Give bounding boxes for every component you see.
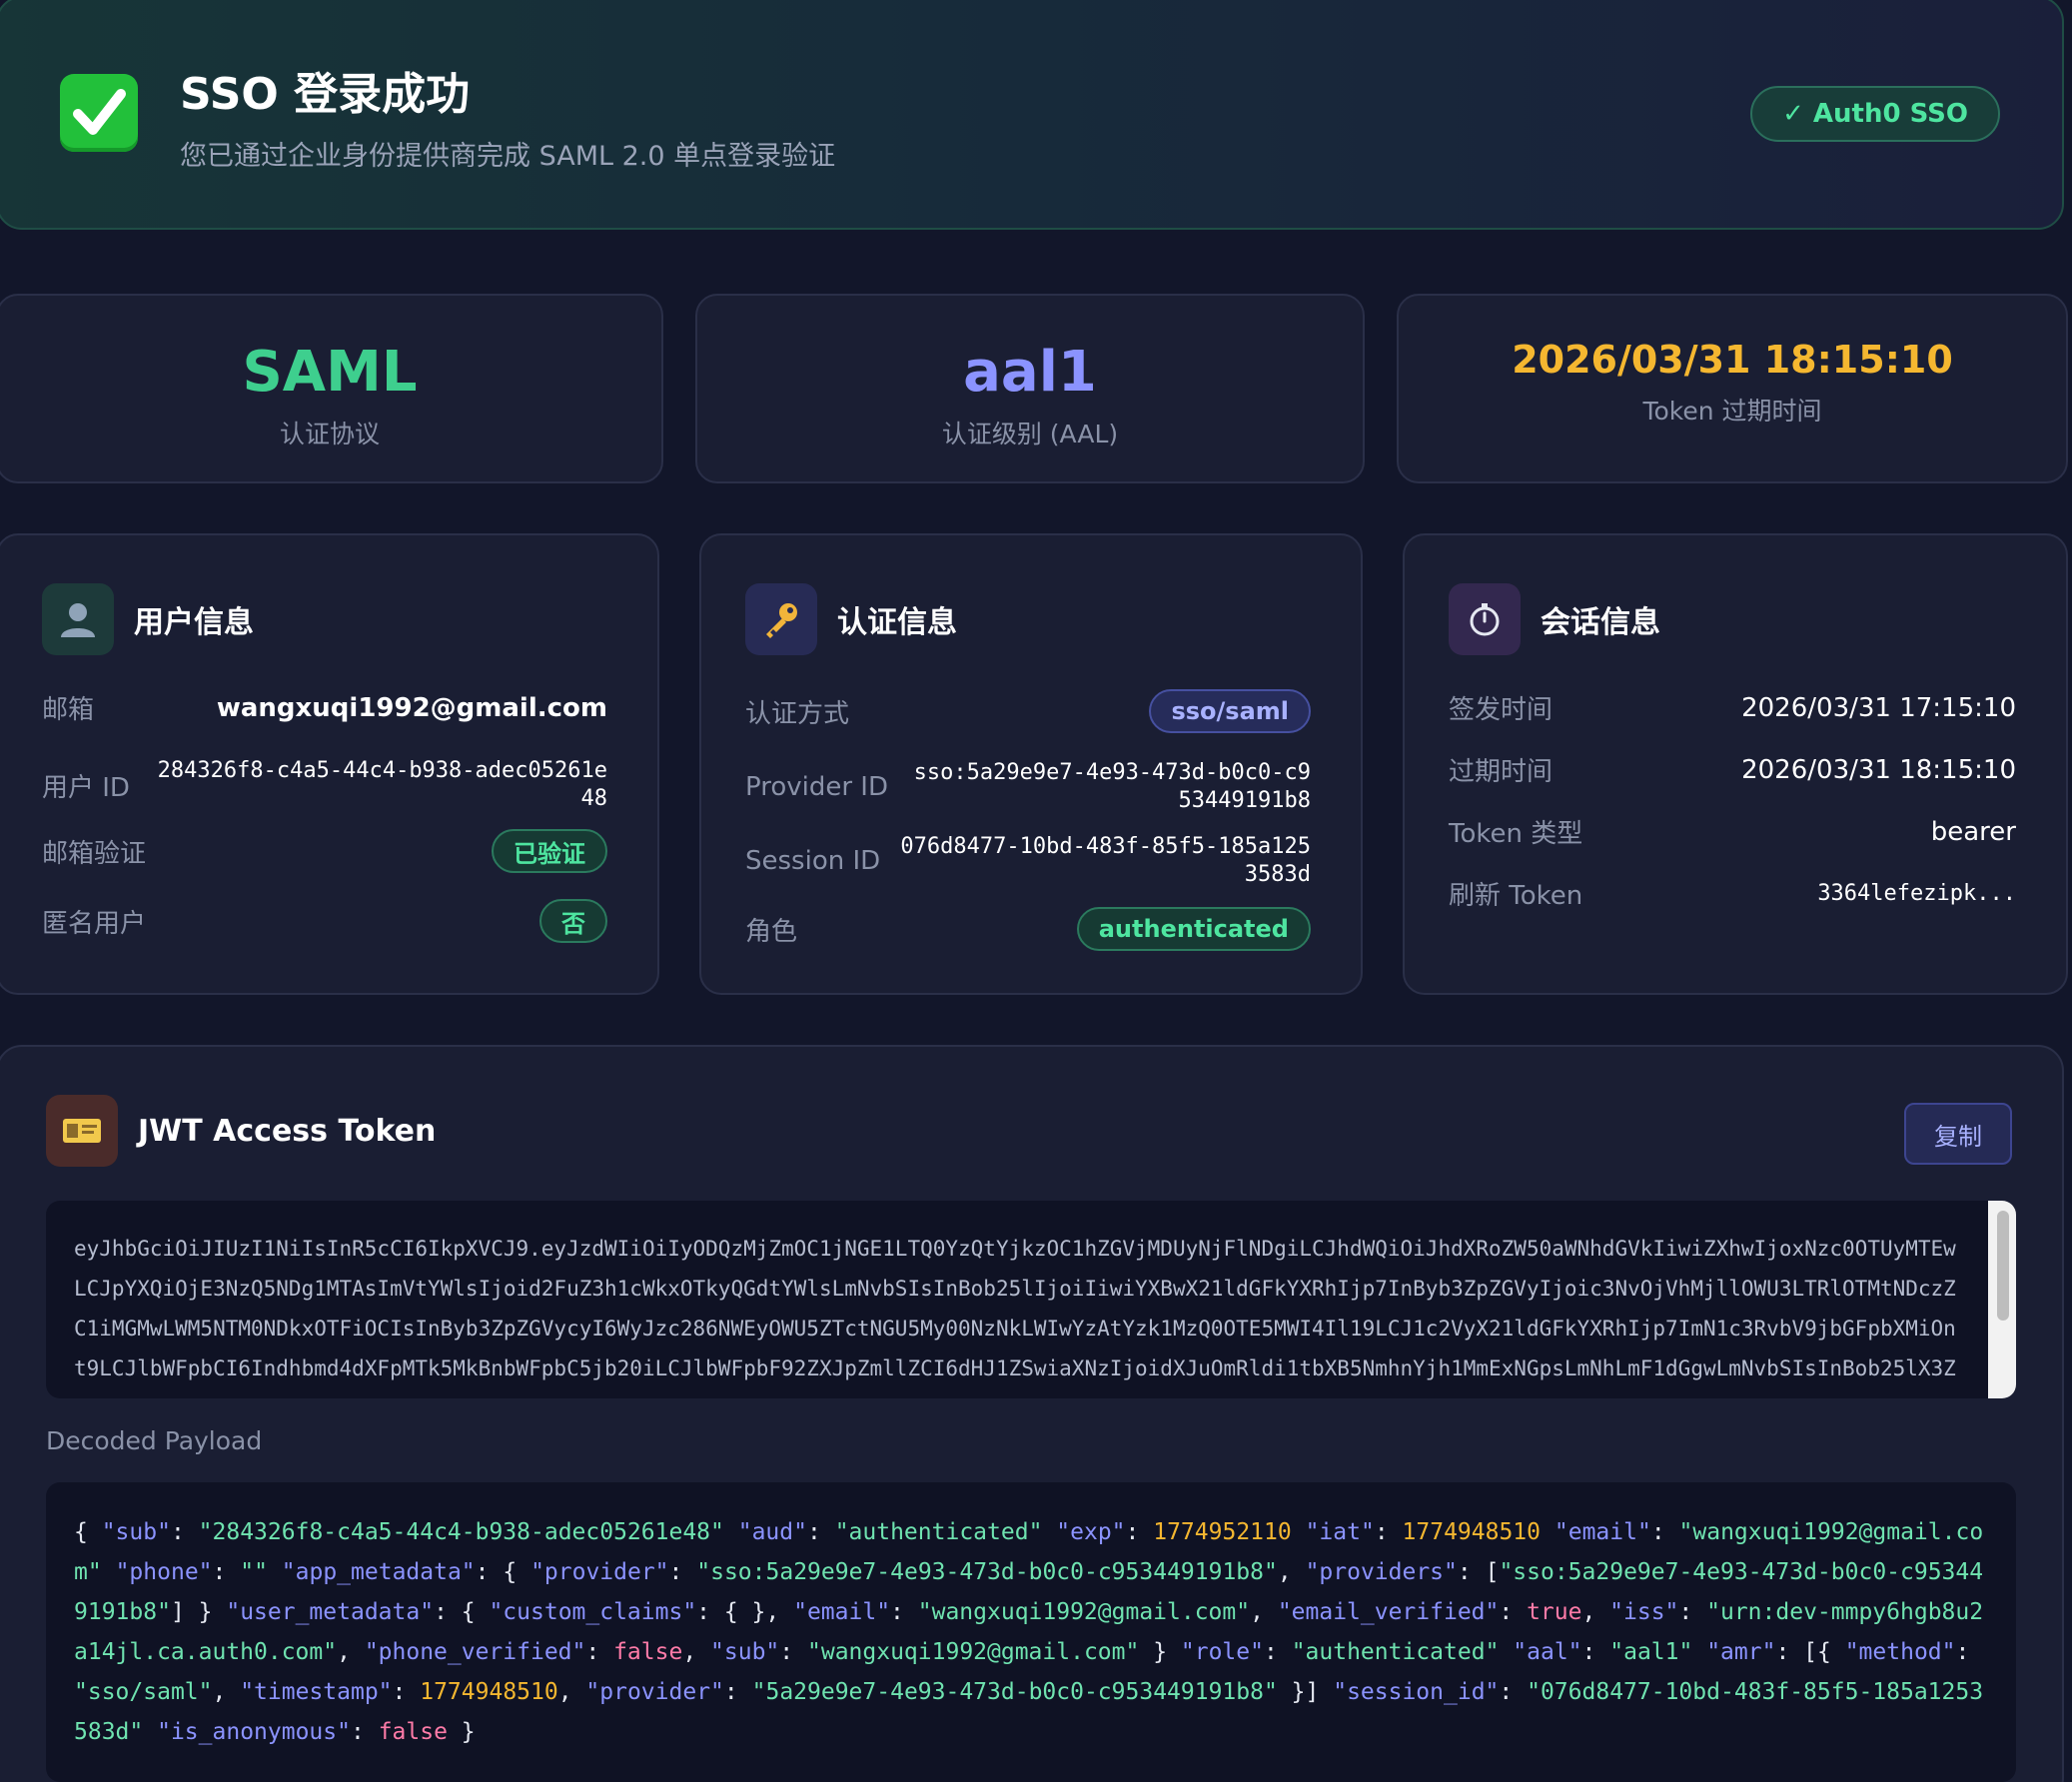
- key-icon: [745, 583, 817, 655]
- payload-iat: 1774948510: [1402, 1519, 1542, 1545]
- token-type-value: bearer: [1930, 816, 2016, 847]
- payload-sub: 284326f8-c4a5-44c4-b938-adec05261e48: [212, 1519, 711, 1545]
- user-info-card: 用户信息 邮箱 wangxuqi1992@gmail.com 用户 ID 284…: [0, 533, 659, 995]
- role-badge: authenticated: [1076, 907, 1311, 951]
- token-scrollbar-thumb[interactable]: [1997, 1211, 2009, 1321]
- anonymous-key: 匿名用户: [42, 908, 147, 939]
- auth-info-title: 认证信息: [837, 605, 957, 640]
- user-id-key: 用户 ID: [42, 772, 130, 803]
- session-info-card: 会话信息 签发时间 2026/03/31 17:15:10 过期时间 2026/…: [1403, 533, 2068, 995]
- stat-card-aal: aal1 认证级别 (AAL): [695, 294, 1365, 483]
- provider-id-value: sso:5a29e9e7-4e93-473d-b0c0-c953449191b8: [913, 760, 1311, 813]
- jwt-token-text: eyJhbGciOiJIUzI1NiIsInR5cCI6IkpXVCJ9.eyJ…: [74, 1237, 1956, 1398]
- user-info-title: 用户信息: [134, 605, 254, 640]
- payload-user-sub: wangxuqi1992@gmail.com: [820, 1639, 1126, 1665]
- jwt-token-box[interactable]: eyJhbGciOiJIUzI1NiIsInR5cCI6IkpXVCJ9.eyJ…: [46, 1201, 2016, 1398]
- refresh-token-value: 3364lefezipk...: [1817, 880, 2016, 906]
- session-info-header: 会话信息: [1449, 583, 1660, 655]
- issued-at-row: 签发时间 2026/03/31 17:15:10: [1449, 689, 2016, 726]
- stat-card-protocol: SAML 认证协议: [0, 294, 663, 483]
- stat-label-protocol: 认证协议: [279, 420, 380, 448]
- payload-is-anonymous: false: [378, 1719, 448, 1745]
- payload-aud: authenticated: [848, 1519, 1029, 1545]
- id-card-icon: [46, 1095, 118, 1167]
- banner-title: SSO 登录成功: [180, 69, 471, 120]
- refresh-token-row: 刷新 Token 3364lefezipk...: [1449, 875, 2016, 912]
- decoded-payload-label: Decoded Payload: [46, 1426, 263, 1455]
- payload-user-email: wangxuqi1992@gmail.com: [931, 1599, 1237, 1625]
- provider-id-row: Provider ID sso:5a29e9e7-4e93-473d-b0c0-…: [745, 759, 1311, 815]
- payload-app-provider: sso:5a29e9e7-4e93-473d-b0c0-c953449191b8: [710, 1559, 1264, 1585]
- check-mark-icon: [60, 74, 138, 152]
- email-verified-badge: 已验证: [492, 829, 607, 873]
- email-verified-key: 邮箱验证: [42, 838, 147, 869]
- jwt-title: JWT Access Token: [138, 1113, 437, 1149]
- auth0-sso-badge: ✓ Auth0 SSO: [1750, 86, 2000, 142]
- anonymous-row: 匿名用户 否: [42, 899, 607, 943]
- stat-value-expiry: 2026/03/31 18:15:10: [1512, 338, 1953, 382]
- email-verified-row: 邮箱验证 已验证: [42, 829, 607, 873]
- provider-id-key: Provider ID: [745, 772, 888, 802]
- jwt-header: JWT Access Token: [46, 1095, 436, 1167]
- token-scrollbar[interactable]: [1988, 1201, 2016, 1398]
- session-id-value: 076d8477-10bd-483f-85f5-185a1253583d: [900, 834, 1311, 887]
- payload-role: authenticated: [1305, 1639, 1486, 1665]
- payload-amr-timestamp: 1774948510: [420, 1679, 558, 1705]
- stat-card-expiry: 2026/03/31 18:15:10 Token 过期时间: [1397, 294, 2068, 483]
- user-icon: [42, 583, 114, 655]
- issued-at-value: 2026/03/31 17:15:10: [1741, 692, 2016, 723]
- role-key: 角色: [745, 916, 798, 947]
- user-email-key: 邮箱: [42, 695, 95, 725]
- stat-value-protocol: SAML: [242, 340, 418, 405]
- session-info-title: 会话信息: [1541, 605, 1660, 640]
- user-email-row: 邮箱 wangxuqi1992@gmail.com: [42, 689, 607, 726]
- expires-at-key: 过期时间: [1449, 757, 1554, 787]
- stat-label-expiry: Token 过期时间: [1642, 397, 1822, 426]
- stopwatch-icon: [1449, 583, 1521, 655]
- token-type-key: Token 类型: [1449, 819, 1583, 849]
- user-id-row: 用户 ID 284326f8-c4a5-44c4-b938-adec05261e…: [42, 757, 607, 813]
- expires-at-value: 2026/03/31 18:15:10: [1741, 754, 2016, 785]
- payload-amr-method: sso/saml: [87, 1679, 199, 1705]
- payload-amr-provider: 5a29e9e7-4e93-473d-b0c0-c953449191b8: [765, 1679, 1264, 1705]
- auth-info-header: 认证信息: [745, 583, 957, 655]
- token-type-row: Token 类型 bearer: [1449, 813, 2016, 850]
- auth-method-badge: sso/saml: [1149, 689, 1311, 733]
- payload-exp: 1774952110: [1153, 1519, 1292, 1545]
- refresh-token-key: 刷新 Token: [1449, 881, 1583, 911]
- session-id-row: Session ID 076d8477-10bd-483f-85f5-185a1…: [745, 833, 1311, 889]
- user-email-value: wangxuqi1992@gmail.com: [216, 692, 607, 723]
- stat-label-aal: 认证级别 (AAL): [941, 420, 1119, 448]
- stat-value-aal: aal1: [963, 340, 1097, 405]
- success-banner: SSO 登录成功 您已通过企业身份提供商完成 SAML 2.0 单点登录验证 ✓…: [0, 0, 2064, 230]
- user-id-value: 284326f8-c4a5-44c4-b938-adec05261e48: [157, 758, 607, 811]
- payload-email-verified: true: [1527, 1599, 1582, 1625]
- expires-at-row: 过期时间 2026/03/31 18:15:10: [1449, 751, 2016, 788]
- auth-method-key: 认证方式: [745, 698, 850, 729]
- issued-at-key: 签发时间: [1449, 695, 1554, 725]
- banner-subtitle: 您已通过企业身份提供商完成 SAML 2.0 单点登录验证: [180, 141, 836, 172]
- auth-info-card: 认证信息 认证方式 sso/saml Provider ID sso:5a29e…: [699, 533, 1363, 995]
- payload-phone-verified: false: [613, 1639, 683, 1665]
- payload-aal: aal1: [1623, 1639, 1679, 1665]
- copy-button[interactable]: 复制: [1904, 1103, 2012, 1165]
- jwt-section: JWT Access Token 复制 eyJhbGciOiJIUzI1NiIs…: [0, 1045, 2064, 1782]
- user-info-header: 用户信息: [42, 583, 254, 655]
- anonymous-badge: 否: [539, 899, 607, 943]
- role-row: 角色 authenticated: [745, 907, 1311, 951]
- decoded-payload-box: { "sub": "284326f8-c4a5-44c4-b938-adec05…: [46, 1482, 2016, 1782]
- session-id-key: Session ID: [745, 846, 881, 876]
- auth-method-row: 认证方式 sso/saml: [745, 689, 1311, 733]
